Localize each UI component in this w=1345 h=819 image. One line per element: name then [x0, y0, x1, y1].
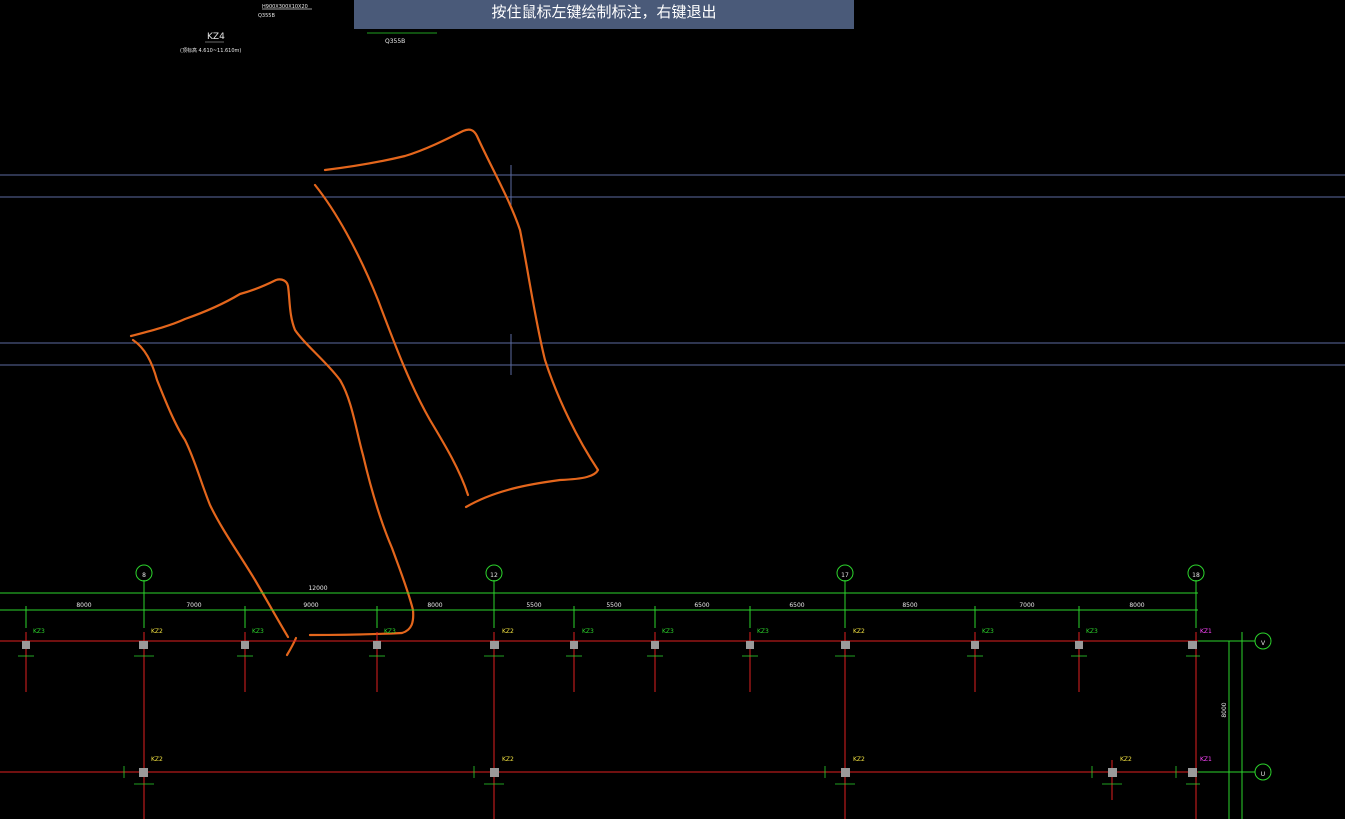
axis-bubble-U: U	[1254, 763, 1272, 781]
material-note-2: Q355B	[385, 38, 405, 45]
svg-text:KZ3: KZ3	[252, 628, 264, 635]
svg-text:8: 8	[142, 572, 146, 579]
bay-dimension: 8000	[427, 602, 442, 609]
svg-text:17: 17	[841, 572, 849, 579]
column-marker: KZ3	[241, 628, 264, 649]
svg-text:KZ3: KZ3	[33, 628, 45, 635]
column-marker: KZ3	[1075, 628, 1098, 649]
svg-text:KZ3: KZ3	[582, 628, 594, 635]
annotation-stroke-upper-left	[323, 128, 600, 509]
column-marker: KZ3	[971, 628, 994, 649]
column-marker: KZ2	[139, 756, 163, 777]
cad-drawing-canvas[interactable]: H900X300X10X20 Q355B KZ4 (顶标高 4.610~11.6…	[0, 0, 1345, 819]
overall-dimension: 12000	[308, 585, 327, 592]
svg-text:KZ3: KZ3	[662, 628, 674, 635]
column-title: KZ4	[207, 32, 225, 42]
svg-text:18: 18	[1192, 572, 1200, 579]
material-note: Q355B	[258, 13, 275, 19]
freehand-annotation[interactable]	[129, 128, 600, 657]
annotation-stroke-lower-left	[129, 278, 415, 637]
svg-text:KZ2: KZ2	[1120, 756, 1132, 763]
bay-dimension: 5500	[526, 602, 541, 609]
bay-dimension: 8000	[1129, 602, 1144, 609]
svg-text:KZ1: KZ1	[1200, 756, 1212, 763]
header-notes: H900X300X10X20 Q355B KZ4 (顶标高 4.610~11.6…	[180, 4, 437, 54]
bay-dimension: 8000	[76, 602, 91, 609]
column-marker: KZ1	[1188, 628, 1212, 649]
axis-bubble-V: V	[1254, 632, 1272, 650]
svg-text:KZ1: KZ1	[1200, 628, 1212, 635]
svg-text:KZ3: KZ3	[757, 628, 769, 635]
annotation-stroke-lower-right	[131, 338, 290, 639]
columns-row-u: KZ2 KZ2 KZ2 KZ2 KZ1	[139, 756, 1212, 777]
svg-text:KZ3: KZ3	[384, 628, 396, 635]
elevation-note: (顶标高 4.610~11.610m)	[180, 47, 241, 54]
annotation-stroke-upper-right	[313, 183, 470, 497]
column-marker: KZ3	[746, 628, 769, 649]
axis-bubble-12: 12	[485, 564, 503, 582]
reference-lines	[0, 165, 1345, 375]
row-dimension: 8000	[1221, 702, 1228, 717]
columns-row-v: KZ3 KZ2 KZ3 KZ3 KZ2 KZ3 KZ3 KZ3 KZ2 KZ3 …	[22, 628, 1212, 649]
bay-dimension: 9000	[303, 602, 318, 609]
column-dimension-ticks	[18, 655, 1200, 785]
axis-bubble-17: 17	[836, 564, 854, 582]
svg-text:KZ2: KZ2	[853, 628, 865, 635]
axis-bubble-8: 8	[135, 564, 153, 582]
bay-dimension: 5500	[606, 602, 621, 609]
bay-dimension: 7000	[186, 602, 201, 609]
svg-text:KZ3: KZ3	[982, 628, 994, 635]
svg-text:KZ2: KZ2	[502, 628, 514, 635]
bay-dimension: 6500	[789, 602, 804, 609]
svg-text:U: U	[1261, 771, 1265, 778]
section-note: H900X300X10X20	[262, 4, 308, 10]
column-marker: KZ1	[1188, 756, 1212, 777]
column-marker: KZ2	[139, 628, 163, 649]
svg-text:KZ2: KZ2	[151, 756, 163, 763]
svg-text:KZ2: KZ2	[853, 756, 865, 763]
axis-bubble-18: 18	[1187, 564, 1205, 582]
bay-dimension: 6500	[694, 602, 709, 609]
bay-dimension: 8500	[902, 602, 917, 609]
svg-text:12: 12	[490, 572, 498, 579]
svg-text:V: V	[1261, 640, 1266, 647]
column-marker: KZ3	[373, 628, 396, 649]
bay-dimension: 7000	[1019, 602, 1034, 609]
svg-text:KZ3: KZ3	[1086, 628, 1098, 635]
plan-grid: 8 12 17 18 12000 8000 7000 9000 8000 550…	[0, 564, 1272, 819]
svg-text:KZ2: KZ2	[151, 628, 163, 635]
column-marker: KZ3	[651, 628, 674, 649]
svg-text:KZ2: KZ2	[502, 756, 514, 763]
column-marker: KZ3	[22, 628, 45, 649]
